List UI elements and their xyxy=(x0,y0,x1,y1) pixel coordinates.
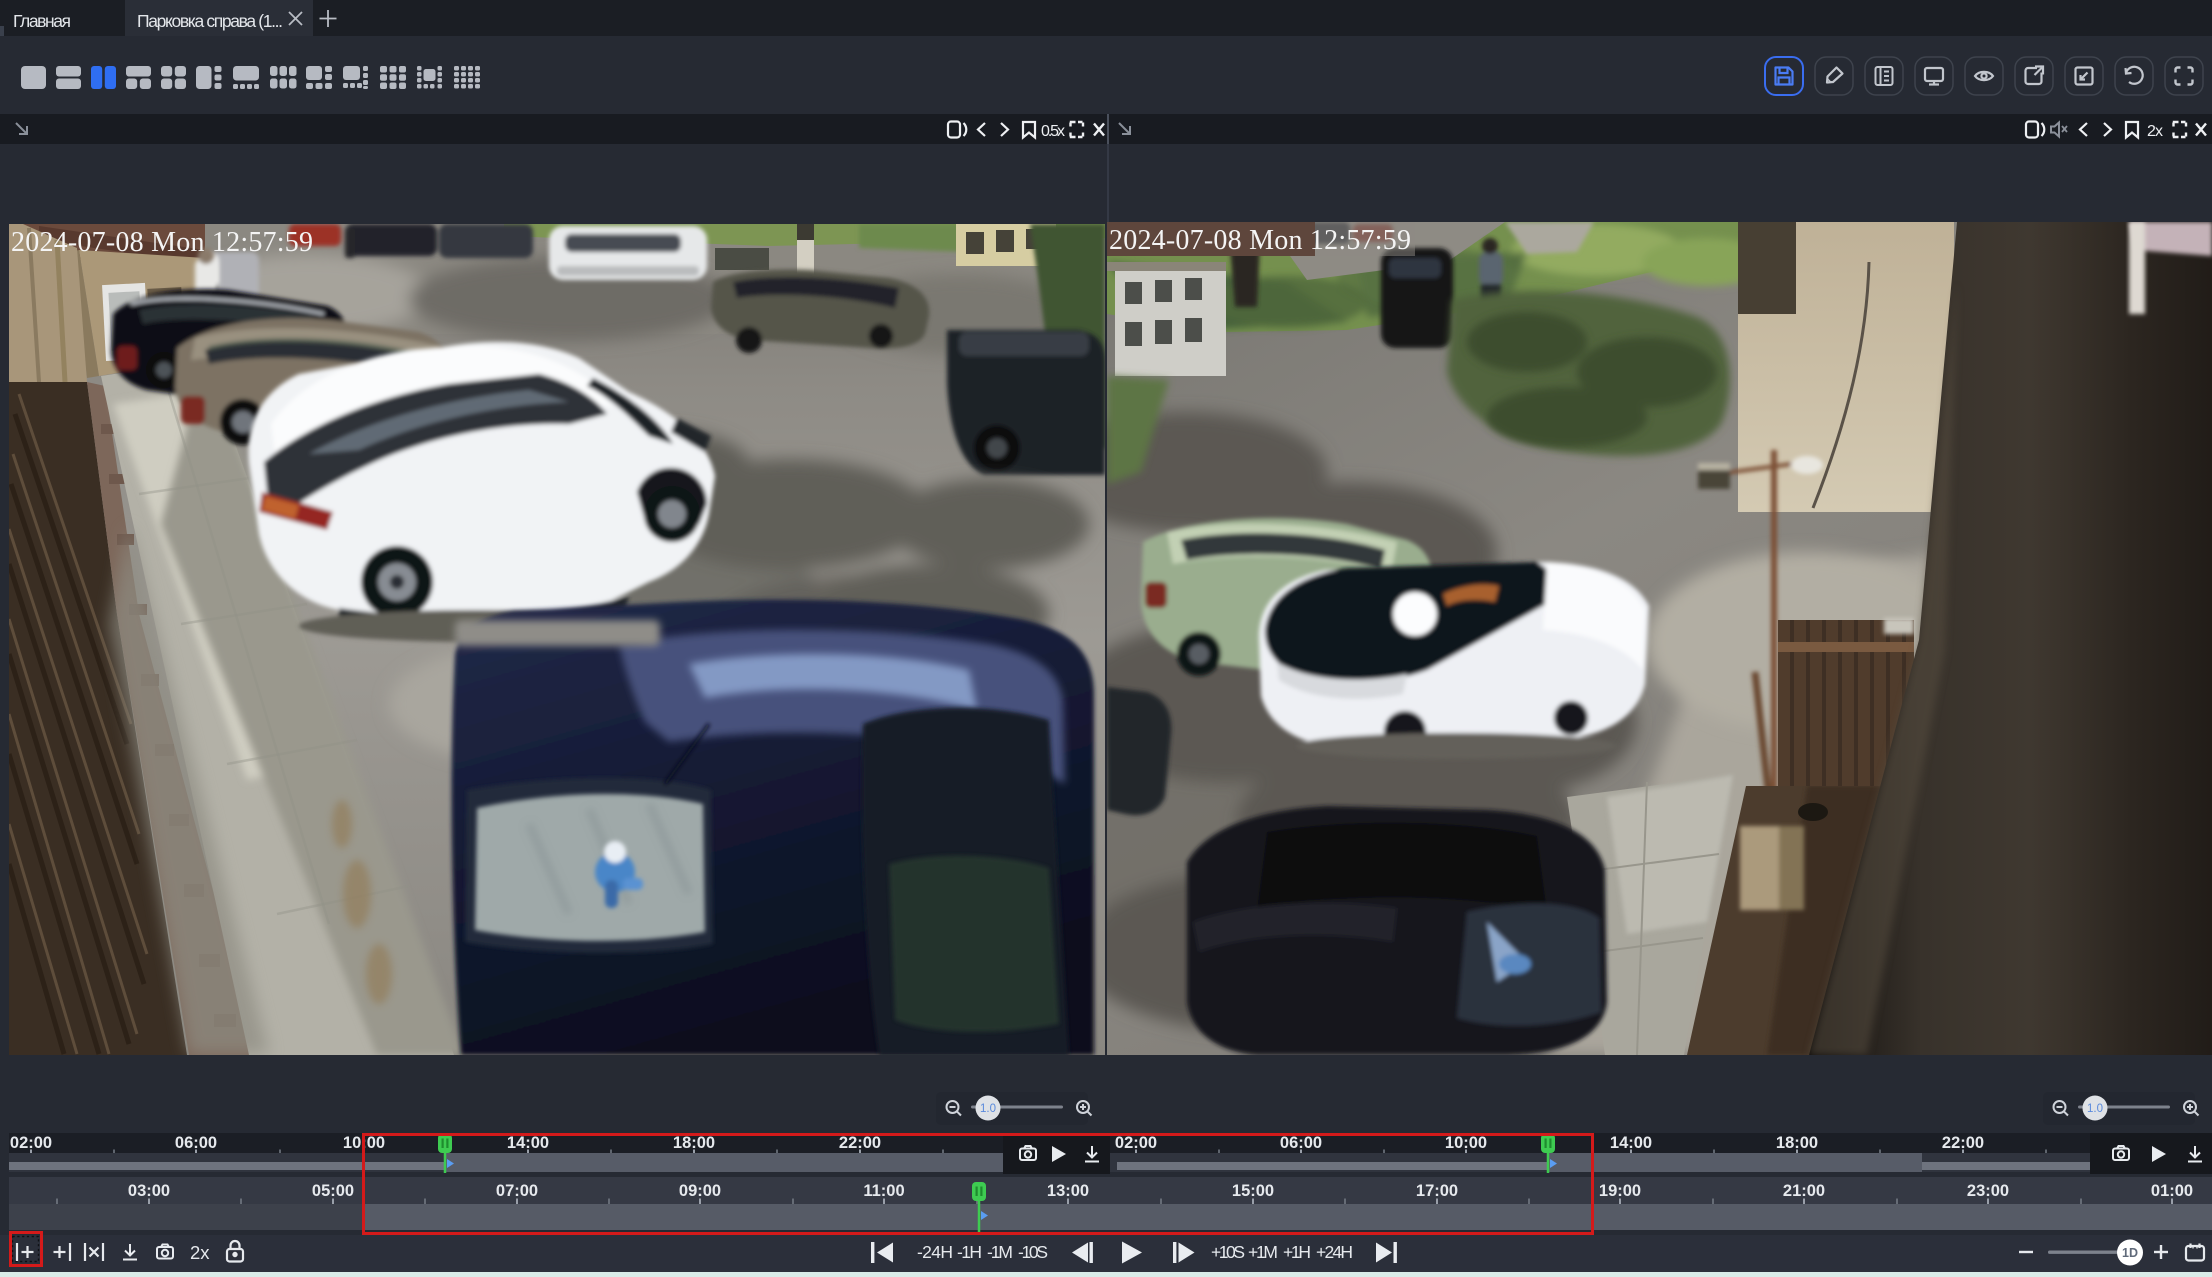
svg-text:06:00: 06:00 xyxy=(175,1134,217,1152)
svg-text:23:00: 23:00 xyxy=(1967,1182,2009,1200)
svg-text:02:00: 02:00 xyxy=(1115,1134,1157,1152)
svg-text:1D: 1D xyxy=(2122,1246,2138,1260)
svg-text:11:00: 11:00 xyxy=(863,1182,904,1200)
svg-text:07:00: 07:00 xyxy=(496,1182,538,1200)
svg-text:-24H: -24H xyxy=(917,1242,953,1262)
svg-text:06:00: 06:00 xyxy=(1280,1134,1322,1152)
svg-text:19:00: 19:00 xyxy=(1599,1182,1641,1200)
svg-text:1.0: 1.0 xyxy=(2087,1103,2103,1115)
svg-text:01:00: 01:00 xyxy=(2151,1182,2193,1200)
svg-text:09:00: 09:00 xyxy=(679,1182,721,1200)
svg-text:Главная: Главная xyxy=(13,11,71,31)
svg-text:2x: 2x xyxy=(190,1242,210,1263)
svg-text:+1H: +1H xyxy=(1283,1242,1311,1262)
svg-text:13:00: 13:00 xyxy=(1047,1182,1089,1200)
svg-text:05:00: 05:00 xyxy=(312,1182,354,1200)
svg-text:18:00: 18:00 xyxy=(673,1134,715,1152)
svg-text:10:00: 10:00 xyxy=(1445,1134,1487,1152)
svg-text:-1H: -1H xyxy=(957,1242,982,1262)
svg-text:21:00: 21:00 xyxy=(1783,1182,1825,1200)
svg-text:22:00: 22:00 xyxy=(1942,1134,1984,1152)
svg-text:0.5x: 0.5x xyxy=(1041,123,1065,140)
svg-text:22:00: 22:00 xyxy=(839,1134,881,1152)
svg-text:-1M: -1M xyxy=(987,1242,1013,1262)
svg-text:+1M: +1M xyxy=(1248,1242,1278,1262)
svg-text:02:00: 02:00 xyxy=(10,1134,52,1152)
svg-text:15:00: 15:00 xyxy=(1232,1182,1274,1200)
svg-text:-10S: -10S xyxy=(1018,1242,1048,1262)
svg-text:1.0: 1.0 xyxy=(980,1103,996,1115)
svg-text:14:00: 14:00 xyxy=(507,1134,549,1152)
svg-text:2x: 2x xyxy=(2147,123,2163,140)
svg-text:17:00: 17:00 xyxy=(1416,1182,1458,1200)
svg-text:+24H: +24H xyxy=(1316,1242,1353,1262)
svg-text:03:00: 03:00 xyxy=(128,1182,170,1200)
svg-text:Парковка справа (1...: Парковка справа (1... xyxy=(137,11,283,31)
svg-text:18:00: 18:00 xyxy=(1776,1134,1818,1152)
svg-text:+10S: +10S xyxy=(1211,1242,1245,1262)
svg-text:14:00: 14:00 xyxy=(1610,1134,1652,1152)
